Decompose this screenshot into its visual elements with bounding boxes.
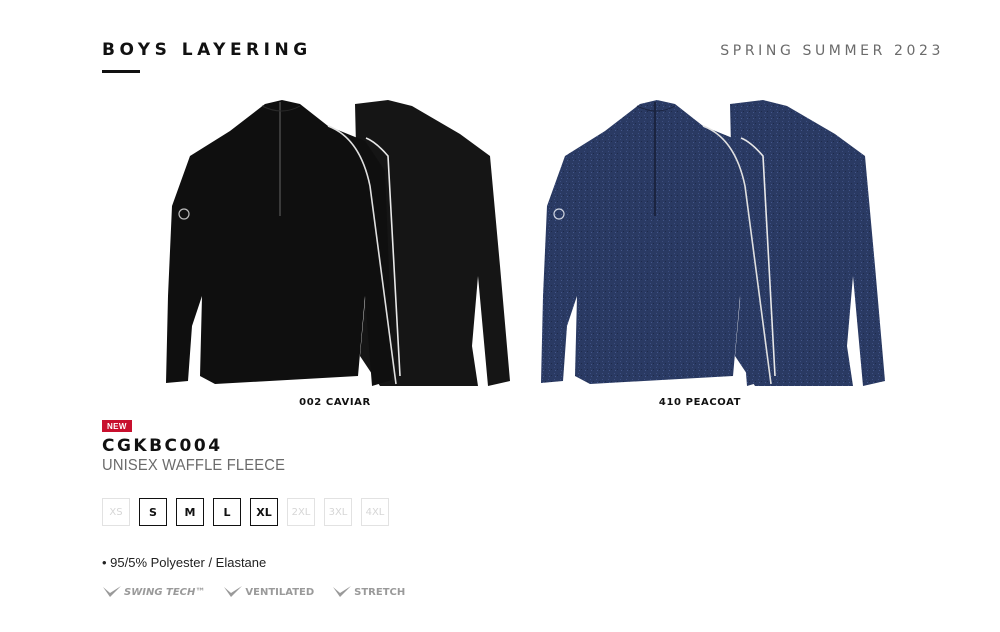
header-title: BOYS LAYERING (102, 40, 312, 60)
size-2xl: 2XL (287, 498, 315, 526)
colorway-label-peacoat: 410 PEACOAT (658, 397, 742, 408)
feature-list: SWING TECH™ VENTILATED STRETCH (102, 585, 405, 599)
peacoat-jacket-image (541, 100, 885, 386)
size-xs: XS (102, 498, 130, 526)
header-underline (102, 70, 140, 73)
colorway-label-caviar: 002 CAVIAR (299, 397, 371, 408)
style-code: CGKBC004 (102, 436, 223, 456)
feature-label: VENTILATED (245, 586, 315, 598)
size-4xl: 4XL (361, 498, 389, 526)
size-s: S (139, 498, 167, 526)
size-3xl: 3XL (324, 498, 352, 526)
season-label: SPRING SUMMER 2023 (720, 43, 944, 59)
feature-label: SWING TECH™ (124, 586, 206, 598)
check-mark-icon (103, 586, 121, 597)
caviar-jacket-image (166, 100, 510, 386)
feature-ventilated: VENTILATED (223, 585, 314, 599)
new-badge: NEW (102, 420, 132, 432)
size-m: M (176, 498, 204, 526)
size-xl: XL (250, 498, 278, 526)
size-l: L (213, 498, 241, 526)
check-mark-icon (224, 586, 243, 597)
check-mark-icon (333, 586, 352, 597)
feature-stretch: STRETCH (332, 585, 405, 599)
feature-swing-tech: SWING TECH™ (102, 585, 205, 599)
style-name: UNISEX WAFFLE FLEECE (102, 457, 286, 474)
feature-label: STRETCH (354, 586, 406, 598)
size-list: XS S M L XL 2XL 3XL 4XL (102, 498, 389, 526)
fabric-content: • 95/5% Polyester / Elastane (102, 555, 267, 570)
